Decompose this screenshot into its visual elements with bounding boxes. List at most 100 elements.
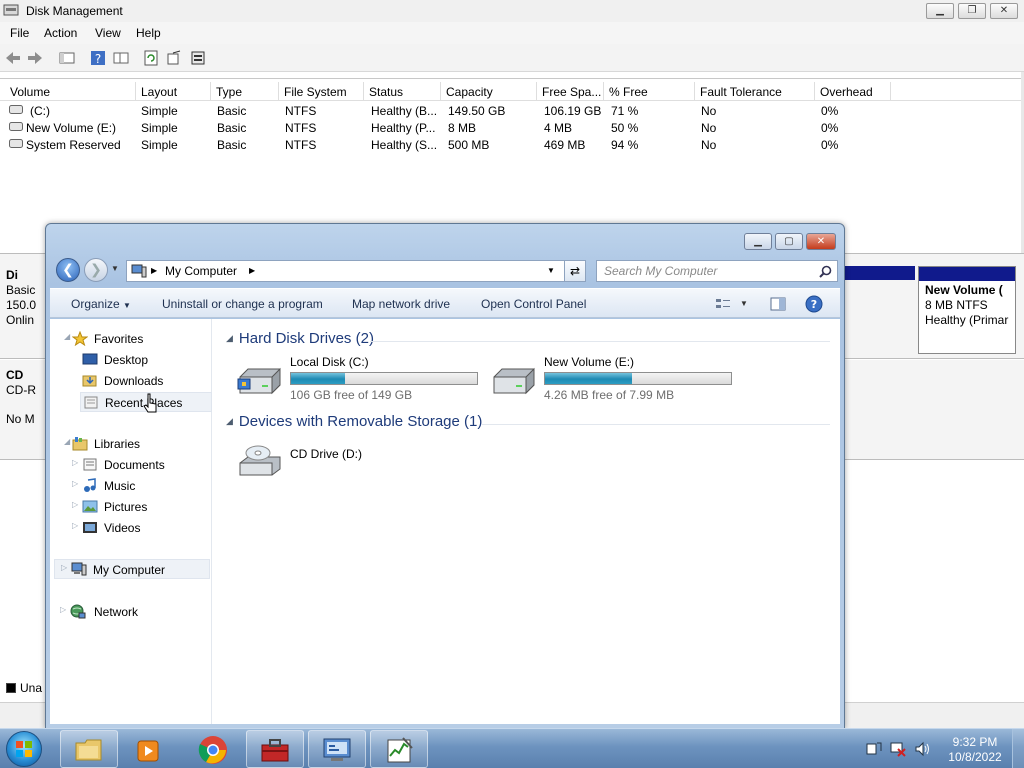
nav-documents[interactable]: ▷ Documents bbox=[72, 455, 210, 475]
search-placeholder: Search My Computer bbox=[604, 264, 718, 278]
network-disconnected-icon[interactable] bbox=[890, 741, 906, 757]
action-center-icon[interactable] bbox=[866, 741, 882, 757]
col-filesystem[interactable]: File System bbox=[279, 82, 364, 100]
nav-favorites[interactable]: ◢ Favorites bbox=[64, 329, 210, 349]
expand-triangle-icon[interactable]: ◢ bbox=[64, 332, 70, 341]
volume-icon[interactable] bbox=[914, 741, 930, 757]
collapsed-triangle-icon[interactable]: ▷ bbox=[72, 500, 78, 509]
col-layout[interactable]: Layout bbox=[136, 82, 211, 100]
nav-libraries[interactable]: ◢ Libraries bbox=[64, 434, 210, 454]
menu-action[interactable]: Action bbox=[44, 26, 77, 40]
refresh-icon[interactable] bbox=[142, 49, 160, 67]
disk-management-icon bbox=[3, 4, 19, 16]
address-dropdown-icon[interactable]: ▼ bbox=[547, 266, 555, 275]
col-type[interactable]: Type bbox=[211, 82, 279, 100]
collapse-triangle-icon[interactable]: ◢ bbox=[226, 416, 233, 426]
nav-my-computer[interactable]: ▷ My Computer bbox=[54, 559, 210, 579]
group-header-hard-disk-drives[interactable]: ◢ Hard Disk Drives (2) bbox=[226, 330, 374, 352]
menu-view[interactable]: View bbox=[95, 26, 121, 40]
disk-0-name: Di bbox=[6, 268, 18, 282]
views-dropdown-icon[interactable]: ▼ bbox=[740, 299, 748, 308]
partition-new-volume-e[interactable]: New Volume ( 8 MB NTFS Healthy (Primar bbox=[918, 266, 1016, 354]
check-icon[interactable] bbox=[165, 49, 183, 67]
col-free-space[interactable]: Free Spa... bbox=[537, 82, 604, 100]
nav-music[interactable]: ▷ Music bbox=[72, 476, 210, 496]
preview-pane-icon[interactable] bbox=[770, 297, 786, 311]
explorer-close-button[interactable]: ✕ bbox=[806, 233, 836, 250]
system-clock[interactable]: 9:32 PM 10/8/2022 bbox=[940, 735, 1010, 765]
properties-icon[interactable] bbox=[112, 49, 130, 67]
breadcrumb-chevron-icon[interactable]: ▶ bbox=[249, 266, 255, 275]
breadcrumb[interactable]: My Computer bbox=[165, 264, 237, 278]
uninstall-program-button[interactable]: Uninstall or change a program bbox=[162, 297, 323, 311]
collapsed-triangle-icon[interactable]: ▷ bbox=[61, 563, 67, 572]
search-input[interactable]: Search My Computer bbox=[596, 260, 838, 282]
disk-properties-icon[interactable] bbox=[189, 49, 207, 67]
collapsed-triangle-icon[interactable]: ▷ bbox=[72, 521, 78, 530]
minimize-button[interactable]: ▁ bbox=[926, 3, 954, 19]
explorer-maximize-button[interactable]: ▢ bbox=[775, 233, 803, 250]
drive-local-disk-c[interactable]: Local Disk (C:) 106 GB free of 149 GB bbox=[236, 355, 486, 403]
nav-pictures[interactable]: ▷ Pictures bbox=[72, 497, 210, 517]
collapsed-triangle-icon[interactable]: ▷ bbox=[60, 605, 66, 614]
taskbar-explorer-button[interactable] bbox=[60, 730, 118, 768]
group-header-removable-storage[interactable]: ◢ Devices with Removable Storage (1) bbox=[226, 413, 482, 435]
expand-triangle-icon[interactable]: ◢ bbox=[64, 437, 70, 446]
forward-button[interactable]: ❯ bbox=[84, 258, 108, 282]
nav-videos[interactable]: ▷ Videos bbox=[72, 518, 210, 538]
help-icon[interactable]: ? bbox=[89, 49, 107, 67]
back-button[interactable]: ❮ bbox=[56, 258, 80, 282]
col-fault-tolerance[interactable]: Fault Tolerance bbox=[695, 82, 815, 100]
refresh-button[interactable]: ⇄ bbox=[564, 260, 586, 282]
nav-network[interactable]: ▷ Network bbox=[60, 602, 210, 622]
breadcrumb-chevron-icon[interactable]: ▶ bbox=[151, 266, 157, 275]
console-tree-icon[interactable] bbox=[58, 49, 76, 67]
close-button[interactable]: ✕ bbox=[990, 3, 1018, 19]
table-row[interactable]: New Volume (E:) Simple Basic NTFS Health… bbox=[0, 118, 1024, 135]
cell-layout: Simple bbox=[141, 121, 178, 135]
col-volume[interactable]: Volume bbox=[5, 82, 136, 100]
restore-button[interactable]: ❐ bbox=[958, 3, 986, 19]
address-bar[interactable]: ▶ My Computer ▶ ▼ bbox=[126, 260, 586, 282]
table-row[interactable]: (C:) Simple Basic NTFS Healthy (B... 149… bbox=[0, 101, 1024, 118]
collapsed-triangle-icon[interactable]: ▷ bbox=[72, 479, 78, 488]
drive-cd-d[interactable]: CD Drive (D:) bbox=[236, 437, 486, 485]
cell-percent-free: 50 % bbox=[611, 121, 639, 135]
col-overhead[interactable]: Overhead bbox=[815, 82, 891, 100]
start-button[interactable] bbox=[6, 731, 42, 767]
svg-text:?: ? bbox=[95, 52, 101, 66]
help-icon[interactable]: ? bbox=[805, 295, 823, 313]
map-network-drive-button[interactable]: Map network drive bbox=[352, 297, 450, 311]
drive-new-volume-e[interactable]: New Volume (E:) 4.26 MB free of 7.99 MB bbox=[490, 355, 740, 403]
recent-pages-dropdown[interactable]: ▼ bbox=[111, 264, 119, 273]
collapse-triangle-icon[interactable]: ◢ bbox=[226, 333, 233, 343]
nav-label: Music bbox=[104, 479, 136, 493]
nav-desktop[interactable]: Desktop bbox=[80, 350, 210, 370]
explorer-minimize-button[interactable]: ▁ bbox=[744, 233, 772, 250]
taskbar-resource-monitor-button[interactable] bbox=[370, 730, 428, 768]
nav-downloads[interactable]: Downloads bbox=[80, 371, 210, 391]
forward-arrow-icon[interactable] bbox=[26, 49, 44, 67]
window-title: Disk Management bbox=[26, 4, 123, 18]
cd-0-media: No M bbox=[6, 412, 35, 426]
menu-bar: File Action View Help bbox=[0, 22, 1024, 44]
group-divider bbox=[482, 424, 830, 425]
col-status[interactable]: Status bbox=[364, 82, 441, 100]
views-icon[interactable] bbox=[715, 297, 731, 311]
taskbar-chrome-button[interactable] bbox=[183, 730, 241, 768]
collapsed-triangle-icon[interactable]: ▷ bbox=[72, 458, 78, 467]
taskbar-toolbox-button[interactable] bbox=[246, 730, 304, 768]
col-capacity[interactable]: Capacity bbox=[441, 82, 537, 100]
back-arrow-icon[interactable] bbox=[4, 49, 22, 67]
taskbar-media-player-button[interactable] bbox=[120, 730, 178, 768]
organize-button[interactable]: Organize ▼ bbox=[71, 297, 131, 311]
search-icon[interactable] bbox=[819, 265, 832, 278]
menu-help[interactable]: Help bbox=[136, 26, 161, 40]
menu-file[interactable]: File bbox=[10, 26, 29, 40]
show-desktop-button[interactable] bbox=[1012, 729, 1024, 768]
col-percent-free[interactable]: % Free bbox=[604, 82, 695, 100]
taskbar-disk-management-button[interactable] bbox=[308, 730, 366, 768]
toolbar: ? bbox=[0, 44, 1024, 72]
open-control-panel-button[interactable]: Open Control Panel bbox=[481, 297, 586, 311]
table-row[interactable]: System Reserved Simple Basic NTFS Health… bbox=[0, 135, 1024, 152]
